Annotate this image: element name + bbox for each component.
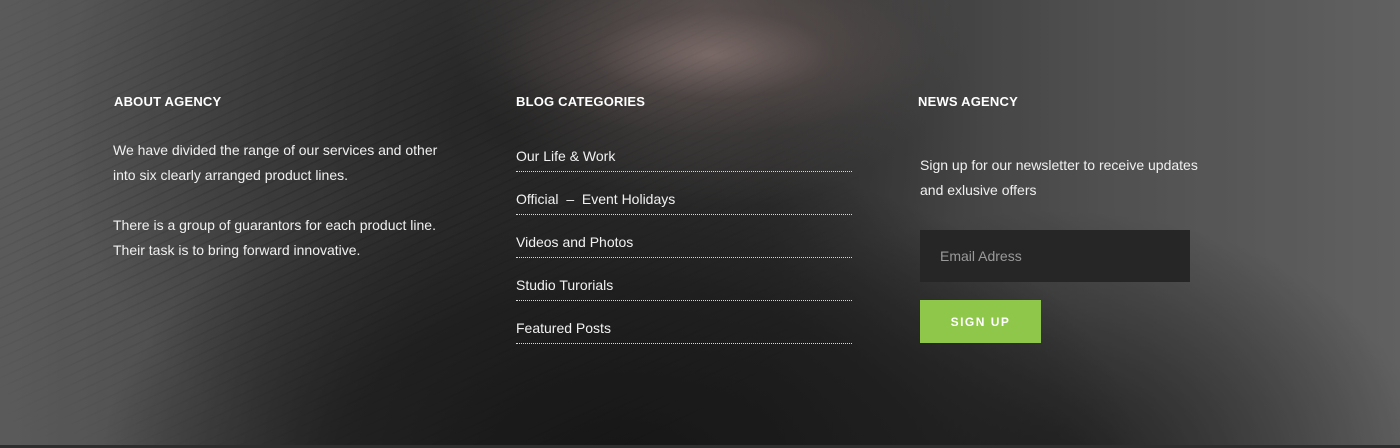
- email-input[interactable]: [920, 230, 1190, 282]
- about-paragraph-2: There is a group of guarantors for each …: [113, 217, 436, 258]
- newsletter-description: Sign up for our newsletter to receive up…: [920, 157, 1198, 198]
- about-agency-column: ABOUT AGENCY We have divided the range o…: [113, 94, 444, 263]
- about-agency-text: We have divided the range of our service…: [113, 138, 444, 263]
- about-paragraph-1: We have divided the range of our service…: [113, 142, 438, 183]
- about-agency-title: ABOUT AGENCY: [114, 94, 222, 109]
- blog-category-list: Our Life & Work Official – Event Holiday…: [516, 138, 852, 344]
- blog-category-link-official-event-holidays[interactable]: Official – Event Holidays: [516, 172, 852, 215]
- news-agency-title: NEWS AGENCY: [918, 94, 1018, 109]
- blog-categories-title: BLOG CATEGORIES: [516, 94, 646, 109]
- news-agency-column: NEWS AGENCY Sign up for our newsletter t…: [918, 94, 1208, 343]
- sign-up-button[interactable]: SIGN UP: [920, 300, 1041, 343]
- blog-categories-column: BLOG CATEGORIES Our Life & Work Official…: [516, 94, 852, 344]
- blog-category-link-videos-photos[interactable]: Videos and Photos: [516, 215, 852, 258]
- blog-category-link-our-life-work[interactable]: Our Life & Work: [516, 138, 852, 172]
- blog-category-link-featured-posts[interactable]: Featured Posts: [516, 301, 852, 344]
- blog-category-link-studio-tutorials[interactable]: Studio Turorials: [516, 258, 852, 301]
